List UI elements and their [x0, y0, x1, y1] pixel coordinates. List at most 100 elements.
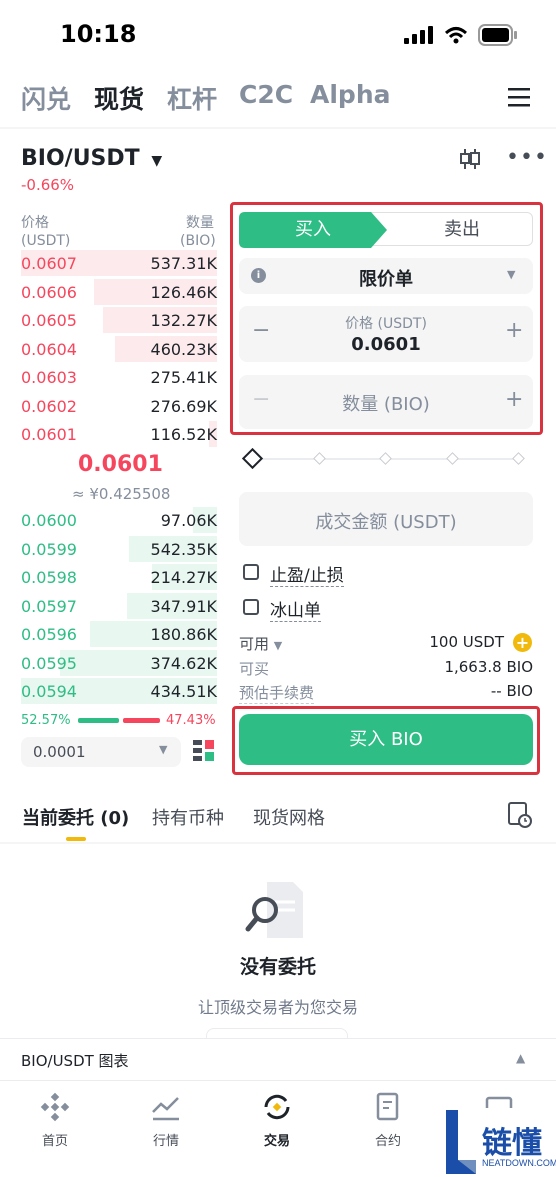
bid-price: 0.0595: [21, 653, 77, 673]
slider-mark-75[interactable]: [446, 452, 459, 465]
watermark-site: NEATDOWN.COM: [482, 1158, 556, 1168]
ask-row[interactable]: 0.0606 126.46K: [21, 278, 217, 307]
bid-qty: 347.91K: [150, 596, 217, 616]
quantity-input[interactable]: − 数量 (BIO) +: [239, 375, 533, 429]
buy-submit-button[interactable]: 买入 BIO: [239, 714, 533, 765]
mid-price-cny: ≈ ¥0.425508: [72, 485, 171, 503]
status-bar: 10:18: [0, 0, 556, 70]
empty-subtitle: 让顶级交易者为您交易: [197, 998, 358, 1017]
iceberg-checkbox[interactable]: [243, 599, 259, 615]
bid-row[interactable]: 0.0598 214.27K: [21, 564, 217, 592]
ask-price: 0.0604: [21, 339, 77, 359]
order-history-icon[interactable]: [508, 802, 532, 828]
slider-mark-100[interactable]: [512, 452, 525, 465]
order-type-select[interactable]: i 限价单 ▼: [239, 258, 533, 294]
fee-label[interactable]: 预估手续费: [239, 682, 315, 704]
can-buy-label: 可买: [239, 660, 270, 678]
top-tabs: 闪兑 现货 杠杆 C2C Alpha: [0, 80, 556, 116]
buy-tab[interactable]: 买入: [240, 213, 386, 247]
increment-price-button[interactable]: +: [505, 318, 523, 343]
nav-futures[interactable]: 合约: [348, 1092, 428, 1149]
empty-title: 没有委托: [239, 956, 316, 978]
binance-logo-icon: [40, 1092, 70, 1122]
nav-futures-label: 合约: [374, 1134, 401, 1149]
deposit-plus-icon[interactable]: +: [513, 633, 532, 652]
watermark: 链懂 NEATDOWN.COM: [442, 1108, 556, 1177]
ask-price: 0.0606: [21, 282, 77, 302]
precision-select[interactable]: 0.0001 ▼: [21, 737, 181, 767]
tab-spot[interactable]: 现货: [94, 80, 144, 116]
ask-price: 0.0601: [21, 425, 77, 444]
tab-alpha[interactable]: Alpha: [310, 80, 390, 109]
slider-mark-50[interactable]: [379, 452, 392, 465]
nav-trade-label: 交易: [263, 1134, 290, 1149]
increment-qty-button[interactable]: +: [505, 387, 523, 412]
ask-row[interactable]: 0.0601 116.52K: [21, 421, 217, 449]
tpsl-checkbox[interactable]: [243, 564, 259, 580]
ob-qty-label: 数量: [186, 215, 214, 231]
more-icon[interactable]: •••: [506, 145, 548, 170]
available-value: 100 USDT: [429, 633, 504, 651]
tab-margin[interactable]: 杠杆: [167, 80, 217, 116]
ask-row[interactable]: 0.0607 537.31K: [21, 250, 217, 278]
orderbook-layout-icon[interactable]: [193, 740, 215, 762]
caret-up-icon: ▲: [516, 1051, 526, 1065]
bid-price: 0.0597: [21, 596, 77, 616]
bid-qty: 542.35K: [150, 539, 217, 559]
bid-price: 0.0600: [21, 511, 77, 530]
candlestick-icon[interactable]: [458, 147, 482, 171]
tpsl-label[interactable]: 止盈/止损: [270, 561, 344, 587]
bid-row[interactable]: 0.0595 374.62K: [21, 649, 217, 678]
nav-markets[interactable]: 行情: [126, 1092, 206, 1149]
bid-row[interactable]: 0.0599 542.35K: [21, 535, 217, 564]
bid-row[interactable]: 0.0600 97.06K: [21, 507, 217, 535]
ask-qty: 460.23K: [150, 339, 217, 359]
amount-input[interactable]: 成交金额 (USDT): [239, 492, 533, 546]
ask-row[interactable]: 0.0603 275.41K: [21, 364, 217, 392]
mid-price[interactable]: 0.0601: [78, 452, 163, 477]
bid-row[interactable]: 0.0596 180.86K: [21, 621, 217, 649]
trade-exchange-icon: [264, 1094, 290, 1120]
chart-bar[interactable]: BIO/USDT 图表 ▲: [0, 1038, 556, 1080]
watermark-brand: 链懂: [482, 1126, 542, 1161]
iceberg-label[interactable]: 冰山单: [270, 596, 321, 622]
active-tab-indicator: [66, 837, 86, 841]
menu-icon[interactable]: [508, 86, 530, 108]
bid-price: 0.0599: [21, 539, 77, 559]
sell-tab[interactable]: 卖出: [390, 213, 534, 247]
market-chart-icon: [152, 1097, 179, 1121]
bid-qty: 214.27K: [150, 568, 217, 587]
battery-icon: [478, 24, 517, 46]
ask-row[interactable]: 0.0602 276.69K: [21, 393, 217, 421]
side-toggle: 买入 卖出: [239, 212, 534, 248]
caret-down-icon: ▼: [159, 743, 168, 756]
available-label[interactable]: 可用 ▼: [239, 633, 282, 654]
buy-ratio: 52.57%: [21, 713, 71, 728]
status-time: 10:18: [60, 20, 137, 48]
ask-price: 0.0603: [21, 368, 77, 387]
ask-price: 0.0607: [21, 254, 77, 273]
tab-spot-grid[interactable]: 现货网格: [253, 804, 325, 830]
bid-row[interactable]: 0.0594 434.51K: [21, 678, 217, 706]
price-input[interactable]: − 价格 (USDT) 0.0601 +: [239, 306, 533, 362]
bid-row[interactable]: 0.0597 347.91K: [21, 592, 217, 621]
ratio-bar-buy: [78, 718, 120, 723]
bid-qty: 180.86K: [150, 625, 217, 644]
nav-home[interactable]: 首页: [15, 1092, 95, 1149]
order-type-value: 限价单: [359, 269, 413, 290]
tab-convert[interactable]: 闪兑: [21, 80, 71, 116]
slider-mark-25[interactable]: [313, 452, 326, 465]
tab-holdings[interactable]: 持有币种: [152, 804, 224, 830]
tab-open-orders[interactable]: 当前委托 (0): [22, 804, 129, 830]
ask-row[interactable]: 0.0604 460.23K: [21, 335, 217, 364]
price-input-value: 0.0601: [351, 334, 421, 355]
nav-trade[interactable]: 交易: [237, 1092, 317, 1149]
pair-selector[interactable]: BIO/USDT ▼: [21, 146, 162, 171]
pair-change: -0.66%: [21, 176, 75, 194]
bid-qty: 97.06K: [160, 511, 217, 530]
tab-c2c[interactable]: C2C: [239, 80, 293, 109]
bid-qty: 374.62K: [150, 653, 217, 673]
can-buy-value: 1,663.8 BIO: [444, 658, 533, 676]
ask-row[interactable]: 0.0605 132.27K: [21, 307, 217, 335]
quantity-slider-handle[interactable]: [241, 447, 264, 470]
